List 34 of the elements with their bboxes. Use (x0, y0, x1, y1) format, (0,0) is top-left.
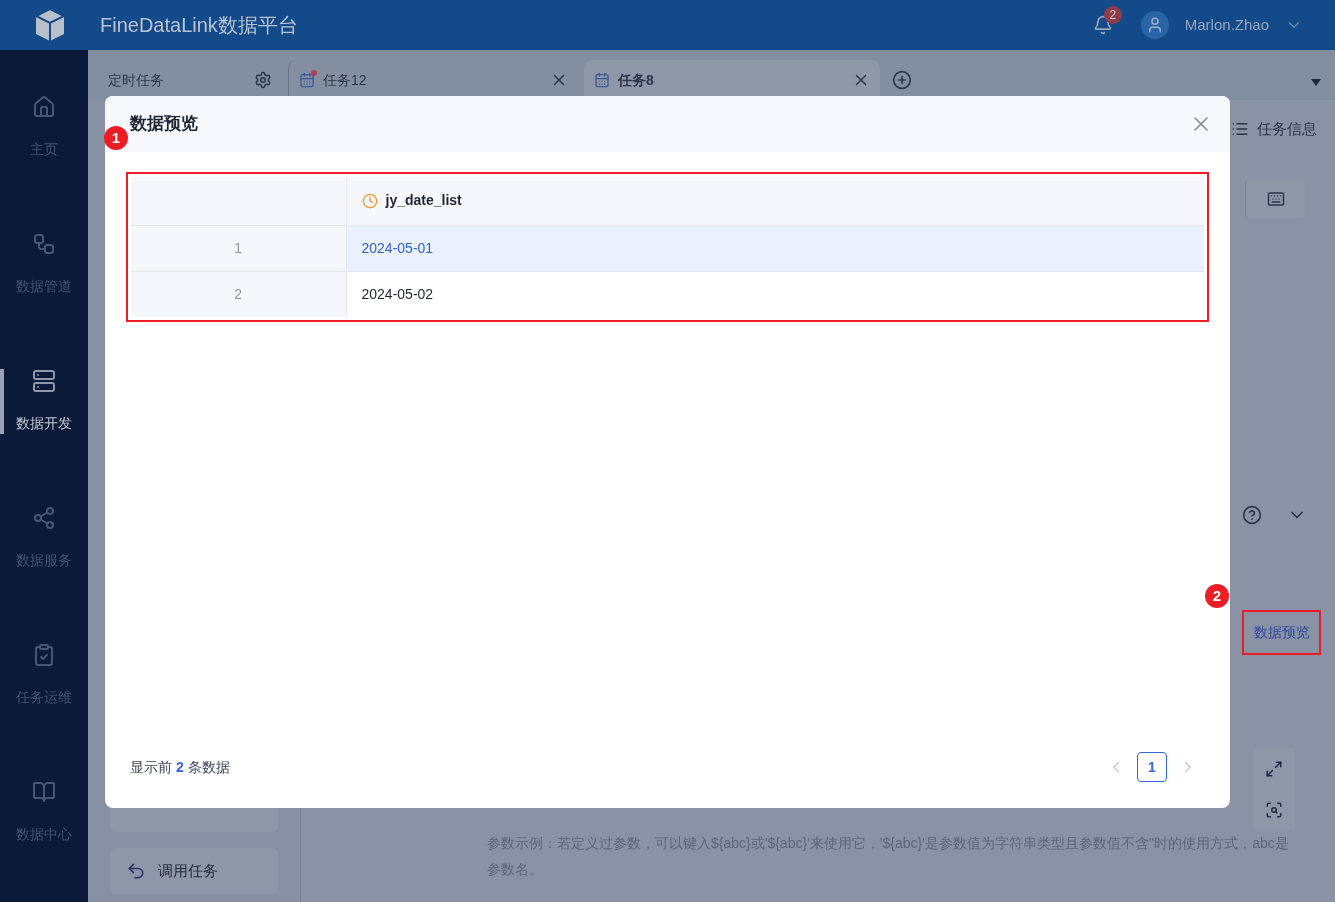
table-row[interactable]: 2 2024-05-02 (131, 271, 1204, 317)
nav-icon (31, 506, 57, 530)
nav-icon (31, 780, 57, 804)
help-icon[interactable] (1242, 505, 1262, 525)
table-row[interactable]: 1 2024-05-01 (131, 225, 1204, 271)
return-icon (126, 861, 146, 881)
task-info-button[interactable]: 任务信息 (1257, 118, 1317, 141)
nav-icon (31, 232, 57, 256)
sidebar-item[interactable]: 数据服务 (0, 506, 88, 571)
sidebar-item[interactable]: 数据开发 (0, 369, 88, 434)
avatar-icon[interactable] (1140, 11, 1169, 39)
app-title: FineDataLink数据平台 (100, 13, 298, 38)
image-icon[interactable] (1265, 800, 1283, 819)
nav-icon (31, 369, 57, 393)
nav-icon (31, 95, 57, 119)
notification-badge: 2 (1103, 6, 1122, 24)
table-cell: 2024-05-02 (346, 271, 1204, 317)
node-card[interactable]: 调用任务 (110, 848, 278, 894)
sidebar-item[interactable]: 数据管道 (0, 232, 88, 297)
data-preview-link[interactable]: 数据预览 (1254, 622, 1310, 643)
row-number: 2 (131, 271, 346, 317)
user-name[interactable]: Marlon.Zhao (1184, 13, 1269, 37)
tab[interactable]: 定时任务 (98, 60, 282, 100)
row-number: 1 (131, 225, 346, 271)
sidebar-item[interactable]: 数据中心 (0, 780, 88, 845)
settings-icon[interactable] (254, 71, 272, 89)
expand-icon[interactable] (1265, 759, 1283, 778)
add-tab-icon[interactable] (892, 70, 912, 90)
clock-icon (361, 192, 378, 209)
keyboard-icon[interactable] (1266, 190, 1285, 208)
dialog-title: 数据预览 (130, 113, 198, 136)
tab-menu-icon[interactable] (1311, 79, 1321, 86)
row-count-text: 显示前 2 条数据 (130, 757, 230, 777)
page-button[interactable]: 1 (1137, 752, 1167, 782)
